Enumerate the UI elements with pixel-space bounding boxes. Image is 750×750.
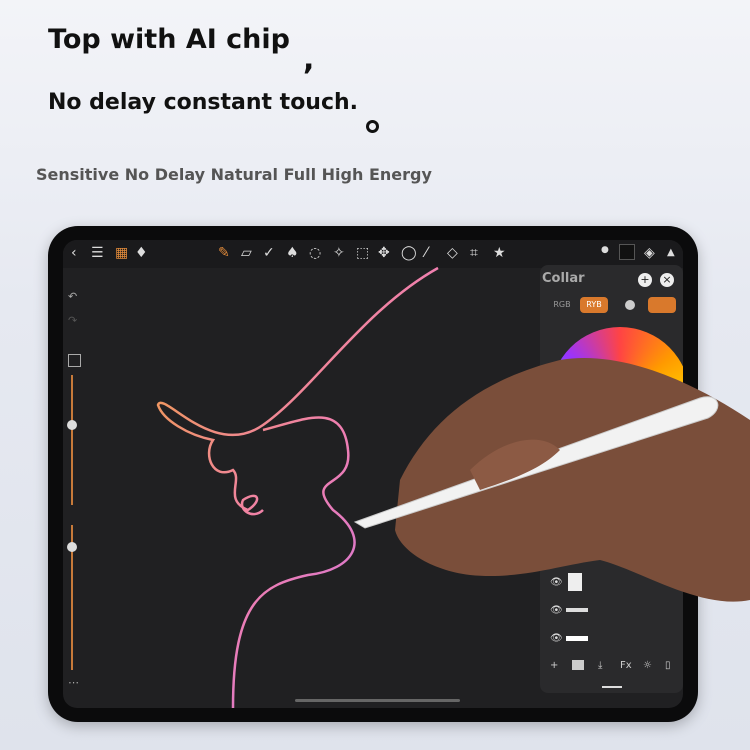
eye-icon[interactable]: 👁 xyxy=(550,605,563,616)
panel-title: Collar xyxy=(542,271,585,286)
color-wheel[interactable] xyxy=(550,327,683,467)
drawing-app-screen: ‹ ☰ ▦ ♦ ✎ ▱ ✓ ♠ ◌ ✧ ⬚ ✥ ◯ ⁄ ◇ ⌗ ★ ● ◈ ▲ … xyxy=(63,240,683,708)
mode-ryb[interactable]: RYB xyxy=(580,297,608,313)
settings-icon[interactable]: ☼ xyxy=(643,660,652,671)
layer-thumb[interactable] xyxy=(566,608,588,612)
layer-thumb[interactable] xyxy=(566,636,588,641)
subheadline: No delay constant touch. xyxy=(48,90,359,115)
eye-icon[interactable]: 👁 xyxy=(550,633,563,644)
fx-button[interactable]: Fx xyxy=(620,660,632,671)
close-button[interactable]: × xyxy=(660,273,674,287)
trash-icon[interactable]: ▯ xyxy=(665,660,671,671)
layer-thumb[interactable] xyxy=(568,573,582,591)
tagline: Sensitive No Delay Natural Full High Ene… xyxy=(36,165,432,184)
group-icon[interactable] xyxy=(572,660,584,670)
disc-mode[interactable] xyxy=(625,300,635,310)
square-mode[interactable] xyxy=(648,297,676,313)
mode-rgb[interactable]: RGB xyxy=(548,297,576,313)
panel-handle[interactable] xyxy=(602,686,622,688)
eye-icon[interactable]: 👁 xyxy=(550,577,563,588)
add-layer-button[interactable]: + xyxy=(550,660,558,671)
color-panel: Collar + × RGB RYB 👁 👁 👁 + ⤓ Fx ☼ ▯ xyxy=(540,265,683,693)
headline-punct: , xyxy=(303,42,315,77)
add-button[interactable]: + xyxy=(638,273,652,287)
home-indicator xyxy=(295,699,460,702)
headline: Top with AI chip xyxy=(48,24,290,55)
period-mark xyxy=(366,120,379,133)
download-icon[interactable]: ⤓ xyxy=(598,660,602,671)
